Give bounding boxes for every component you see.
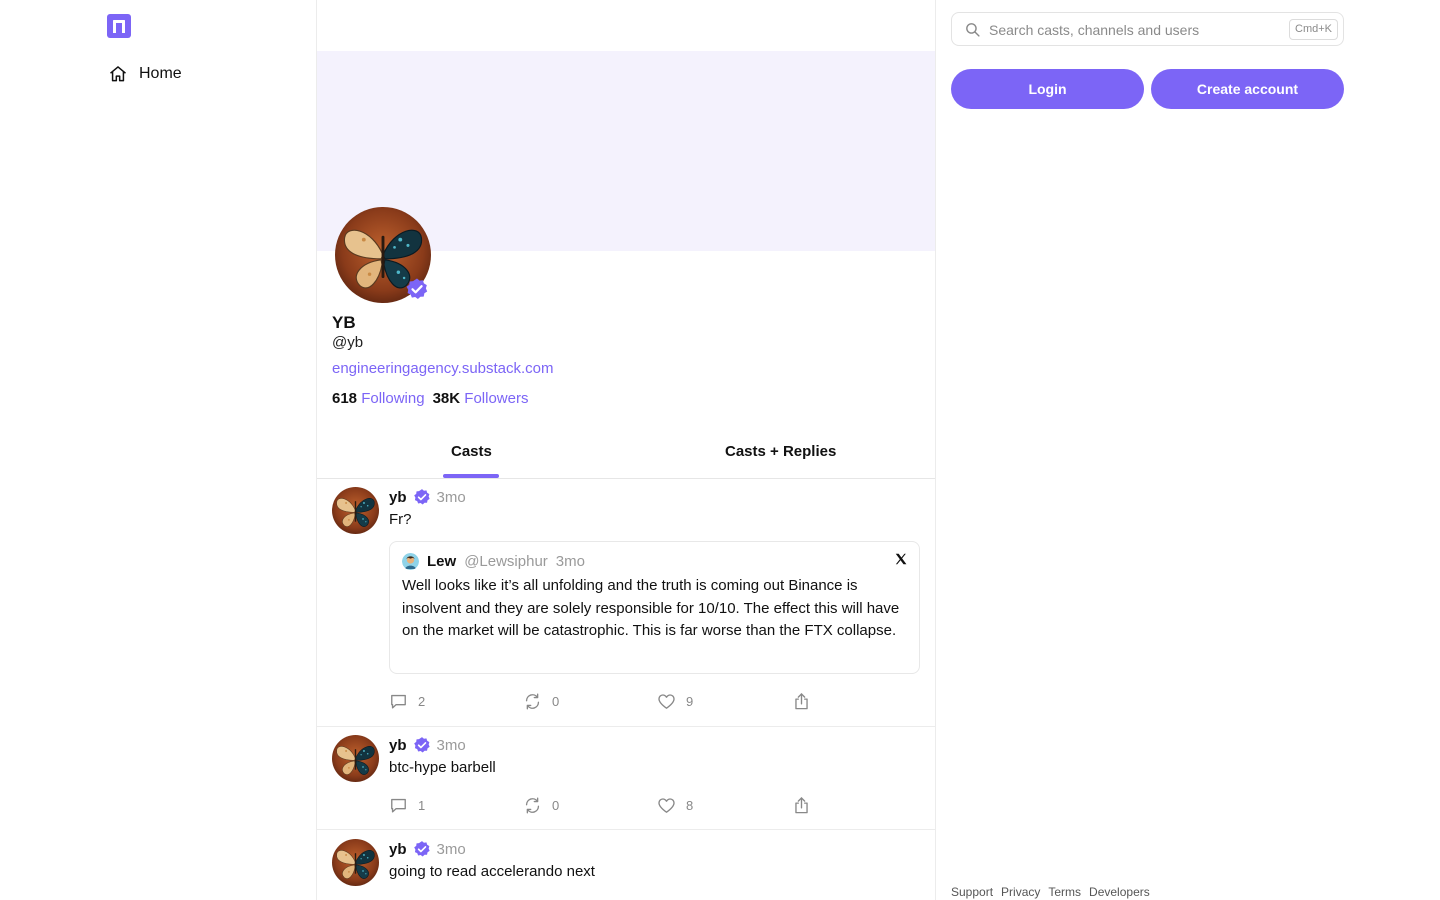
verified-badge-icon xyxy=(413,840,431,858)
comment-icon xyxy=(391,798,406,813)
profile-display-name: YB xyxy=(332,313,356,332)
farcaster-logo-icon[interactable] xyxy=(107,14,131,38)
quoted-post-text: Well looks like it’s all unfolding and t… xyxy=(402,577,900,640)
cast-meta: yb 3mo xyxy=(389,839,466,859)
recast-count: 0 xyxy=(552,798,560,813)
profile-handle: @yb xyxy=(332,334,364,351)
following-count: 618 xyxy=(332,390,358,407)
cast-item[interactable]: yb 3mo Fr? Lew @Lewsiphur 3mo Well looks… xyxy=(317,479,935,727)
cast-author-avatar[interactable] xyxy=(332,839,379,886)
like-button[interactable]: 9 xyxy=(657,692,693,711)
cast-author[interactable]: yb xyxy=(389,489,407,506)
like-button[interactable]: 8 xyxy=(657,796,693,815)
heart-icon xyxy=(658,798,675,813)
footer-link-terms[interactable]: Terms xyxy=(1048,885,1081,899)
cast-item[interactable]: yb 3mo going to read accelerando next xyxy=(317,831,935,900)
cast-time: 3mo xyxy=(436,736,466,754)
recast-icon xyxy=(525,693,540,710)
cast-author[interactable]: yb xyxy=(389,737,407,754)
cast-author[interactable]: yb xyxy=(389,841,407,858)
nav-item-home[interactable]: Home xyxy=(108,62,182,86)
followers-label[interactable]: Followers xyxy=(464,390,528,407)
tab-casts[interactable]: Casts xyxy=(451,443,492,460)
create-account-button[interactable]: Create account xyxy=(1151,69,1344,109)
quoted-author-handle: @Lewsiphur xyxy=(464,552,548,570)
recast-icon xyxy=(525,797,540,814)
share-button[interactable] xyxy=(792,692,811,711)
cast-author-avatar[interactable] xyxy=(332,735,379,782)
cast-meta: yb 3mo xyxy=(389,487,466,507)
recast-count: 0 xyxy=(552,694,560,709)
nav-item-label: Home xyxy=(139,65,182,82)
reply-button[interactable]: 2 xyxy=(389,692,425,711)
cast-time: 3mo xyxy=(436,840,466,858)
reply-count: 2 xyxy=(418,694,426,709)
quoted-author-name: Lew xyxy=(427,552,457,570)
followers-count: 38K xyxy=(432,390,461,407)
quoted-post-header: Lew @Lewsiphur 3mo xyxy=(402,551,585,571)
share-icon xyxy=(795,797,808,814)
following-stat[interactable]: 618 Following xyxy=(332,390,425,407)
x-icon xyxy=(895,553,907,565)
search-icon xyxy=(966,23,980,37)
left-sidebar: Home xyxy=(0,0,316,900)
comment-icon xyxy=(391,694,406,709)
login-button[interactable]: Login xyxy=(951,69,1144,109)
quoted-post-time: 3mo xyxy=(555,552,585,570)
footer-link-privacy[interactable]: Privacy xyxy=(1001,885,1040,899)
cast-meta: yb 3mo xyxy=(389,735,466,755)
like-count: 9 xyxy=(686,694,694,709)
cast-actions: 1 0 8 xyxy=(389,796,829,816)
cast-time: 3mo xyxy=(436,488,466,506)
search-input[interactable] xyxy=(989,19,1279,41)
footer-links: Support Privacy Terms Developers xyxy=(951,885,1150,899)
verified-badge-icon xyxy=(413,488,431,506)
share-button[interactable] xyxy=(792,796,811,815)
profile-tabs: Casts Casts + Replies xyxy=(317,430,935,479)
cast-item[interactable]: yb 3mo btc-hype barbell 1 0 8 xyxy=(317,727,935,830)
heart-icon xyxy=(658,694,675,709)
recast-button[interactable]: 0 xyxy=(523,796,559,815)
profile-stats: 618 Following 38K Followers xyxy=(332,390,528,407)
following-label[interactable]: Following xyxy=(361,390,424,407)
followers-stat[interactable]: 38K Followers xyxy=(433,390,529,407)
profile-website-link[interactable]: engineeringagency.substack.com xyxy=(332,360,554,377)
verified-badge-icon xyxy=(405,277,429,301)
recast-button[interactable]: 0 xyxy=(523,692,559,711)
like-count: 8 xyxy=(686,798,694,813)
verified-badge-icon xyxy=(413,736,431,754)
quoted-post[interactable]: Lew @Lewsiphur 3mo Well looks like it’s … xyxy=(389,541,920,674)
right-sidebar: Cmd+K Login Create account Support Priva… xyxy=(936,0,1440,900)
cast-text: btc-hype barbell xyxy=(389,759,496,776)
home-icon xyxy=(110,66,126,82)
tab-casts-replies[interactable]: Casts + Replies xyxy=(725,443,836,460)
cast-author-avatar[interactable] xyxy=(332,487,379,534)
search-shortcut-hint: Cmd+K xyxy=(1289,19,1338,40)
profile-column: YB @yb engineeringagency.substack.com 61… xyxy=(317,0,935,900)
active-tab-indicator xyxy=(443,474,499,478)
share-icon xyxy=(795,693,808,710)
footer-link-developers[interactable]: Developers xyxy=(1089,885,1150,899)
cast-text: going to read accelerando next xyxy=(389,863,595,880)
quoted-author-avatar xyxy=(402,552,419,570)
cast-actions: 2 0 9 xyxy=(389,692,829,712)
cast-text: Fr? xyxy=(389,511,412,528)
reply-count: 1 xyxy=(418,798,426,813)
search-box[interactable]: Cmd+K xyxy=(951,12,1344,46)
footer-link-support[interactable]: Support xyxy=(951,885,993,899)
reply-button[interactable]: 1 xyxy=(389,796,425,815)
